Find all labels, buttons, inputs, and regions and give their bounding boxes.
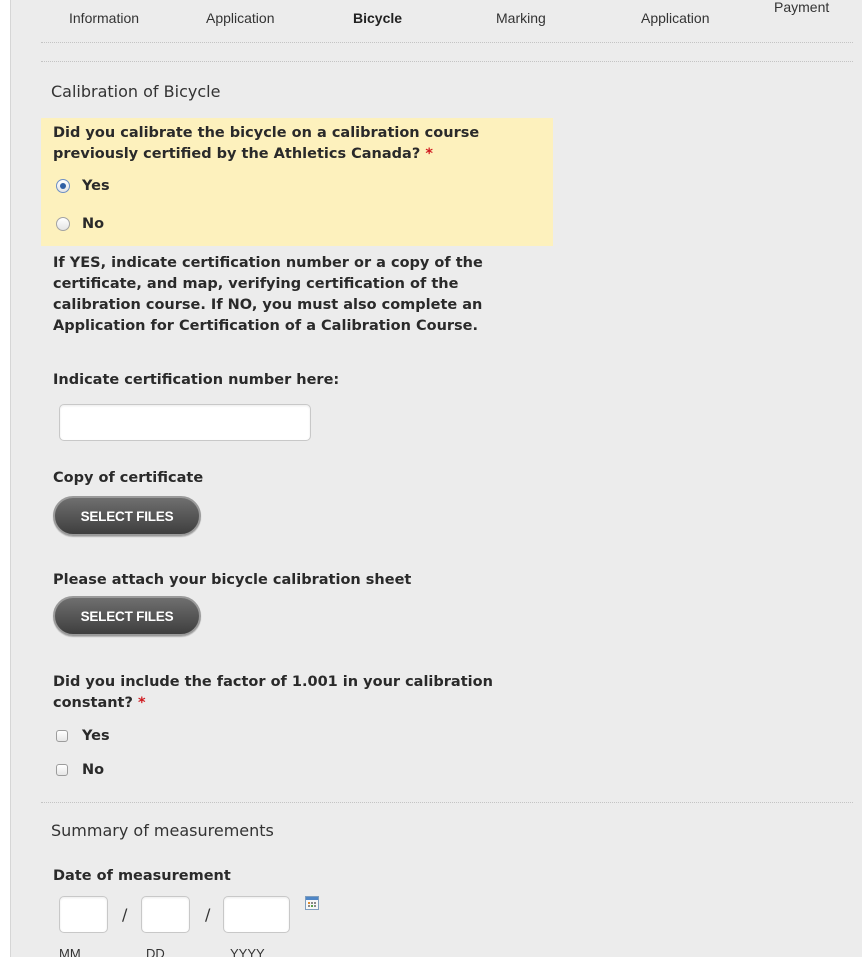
date-separator: /	[205, 905, 211, 924]
calendar-icon[interactable]	[305, 895, 319, 910]
checkbox-label-yes: Yes	[82, 728, 110, 744]
instructions-text: If YES, indicate certification number or…	[53, 255, 483, 334]
section-title-summary: Summary of measurements	[51, 821, 274, 840]
step-payment[interactable]: Payment	[774, 0, 829, 15]
checkbox-option-yes[interactable]: Yes	[56, 726, 110, 746]
divider	[41, 61, 853, 62]
step-information[interactable]: Information	[69, 10, 139, 26]
radio-button-no[interactable]	[56, 217, 70, 231]
date-separator: /	[122, 905, 128, 924]
checkbox-no[interactable]	[56, 764, 68, 776]
radio-option-yes[interactable]: Yes	[56, 176, 110, 196]
checkbox-option-no[interactable]: No	[56, 760, 104, 780]
step-bicycle[interactable]: Bicycle	[353, 10, 402, 26]
form-panel: Information Application Bicycle Marking …	[10, 0, 862, 957]
step-application[interactable]: Application	[206, 10, 275, 26]
required-asterisk: *	[137, 695, 146, 711]
divider	[41, 42, 853, 43]
step-navigation: Information Application Bicycle Marking …	[11, 0, 862, 40]
cert-number-label: Indicate certification number here:	[53, 372, 340, 388]
step-certification-application[interactable]: Application	[641, 10, 710, 26]
date-month-input[interactable]	[59, 896, 108, 933]
date-day-input[interactable]	[141, 896, 190, 933]
radio-option-no[interactable]: No	[56, 214, 104, 234]
date-of-measurement-label: Date of measurement	[53, 868, 231, 884]
cert-number-input[interactable]	[59, 404, 311, 441]
divider	[41, 802, 853, 803]
checkbox-label-no: No	[82, 762, 105, 778]
select-files-sheet-button[interactable]: SELECT FILES	[53, 596, 201, 636]
month-format-label: MM	[59, 946, 81, 957]
radio-label-no: No	[82, 216, 105, 232]
step-overflow-mark	[114, 0, 144, 4]
radio-button-yes[interactable]	[56, 179, 70, 193]
checkbox-yes[interactable]	[56, 730, 68, 742]
date-year-input[interactable]	[223, 896, 290, 933]
radio-label-yes: Yes	[82, 178, 110, 194]
day-format-label: DD	[146, 946, 165, 957]
calibration-sheet-label: Please attach your bicycle calibration s…	[53, 572, 412, 588]
step-marking[interactable]: Marking	[496, 10, 546, 26]
factor-question: Did you include the factor of 1.001 in y…	[53, 672, 543, 714]
copy-certificate-label: Copy of certificate	[53, 470, 204, 486]
calibration-question-text: Did you calibrate the bicycle on a calib…	[53, 125, 480, 162]
factor-question-text: Did you include the factor of 1.001 in y…	[53, 674, 493, 711]
select-files-certificate-button[interactable]: SELECT FILES	[53, 496, 201, 536]
year-format-label: YYYY	[230, 946, 265, 957]
calibration-question: Did you calibrate the bicycle on a calib…	[53, 123, 533, 165]
required-asterisk: *	[425, 146, 433, 162]
section-title-calibration: Calibration of Bicycle	[51, 82, 221, 101]
